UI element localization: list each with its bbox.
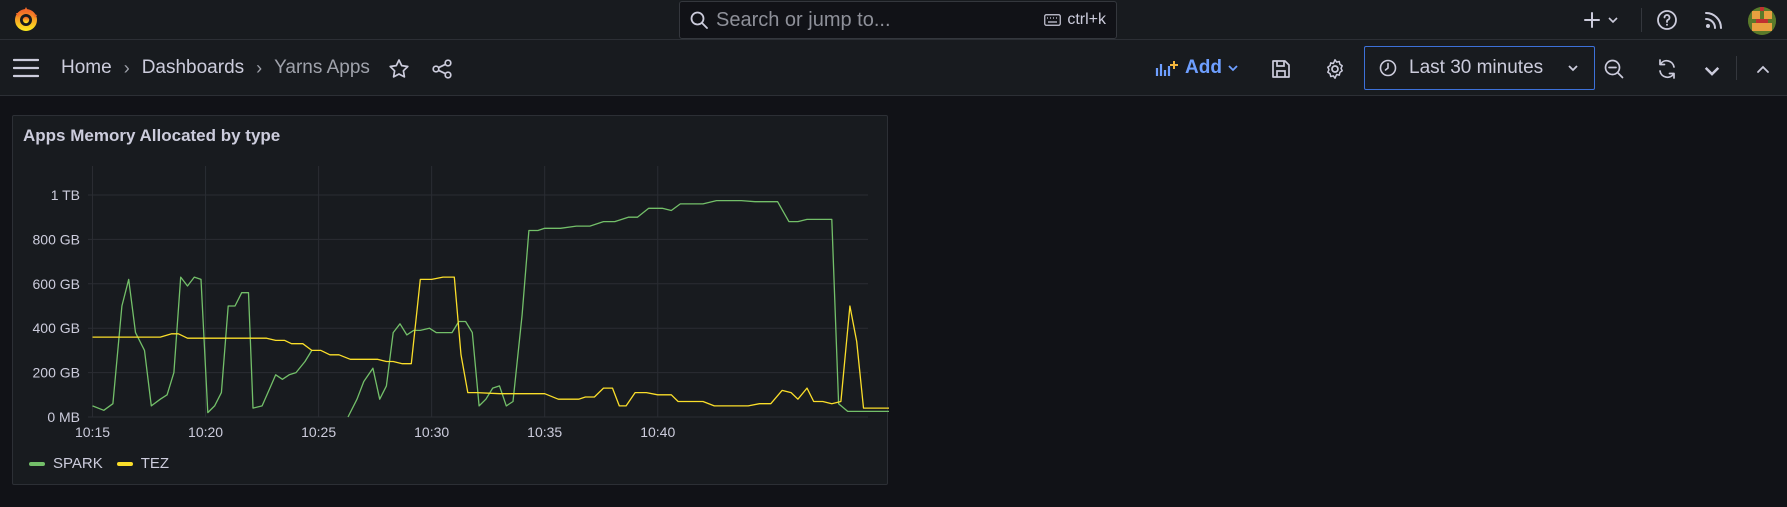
breadcrumb: Home › Dashboards › Yarns Apps — [61, 40, 370, 96]
chevron-down-icon — [1608, 17, 1618, 24]
chart-legend: SPARK TEZ — [29, 455, 183, 472]
y-tick-label: 400 GB — [33, 320, 80, 336]
legend-swatch-spark — [29, 461, 45, 466]
star-icon[interactable] — [388, 58, 410, 80]
share-icon[interactable] — [431, 58, 453, 80]
y-tick-label: 1 TB — [51, 187, 80, 203]
add-panel-icon — [1155, 61, 1178, 76]
x-tick-label: 10:20 — [188, 424, 223, 440]
shortcut-label: ctrl+k — [1067, 11, 1106, 28]
add-panel-button[interactable]: Add — [1155, 40, 1240, 96]
y-tick-label: 600 GB — [33, 276, 80, 292]
y-tick-label: 200 GB — [33, 365, 80, 381]
search-placeholder: Search or jump to... — [716, 8, 891, 31]
legend-label: TEZ — [140, 455, 170, 472]
add-label: Add — [1185, 57, 1222, 78]
breadcrumb-current: Yarns Apps — [274, 57, 370, 78]
legend-label: SPARK — [53, 455, 103, 472]
series-line-tez — [92, 276, 889, 409]
user-avatar[interactable] — [1748, 7, 1776, 35]
breadcrumb-dashboards[interactable]: Dashboards — [142, 57, 244, 79]
y-tick-label: 800 GB — [33, 231, 80, 247]
legend-swatch-tez — [116, 461, 133, 466]
time-series-chart[interactable]: 0 MB 200 GB 400 GB 600 GB 800 GB 1 TB 10:15 10:… — [13, 116, 889, 451]
refresh-interval-chevron-icon[interactable] — [1701, 60, 1723, 82]
zoom-out-icon[interactable] — [1603, 58, 1625, 80]
chart-panel[interactable]: Apps Memory Allocated by type 0 MB 200 GB… — [12, 115, 889, 485]
grafana-logo-icon[interactable] — [12, 6, 40, 34]
x-tick-label: 10:35 — [527, 424, 562, 440]
divider — [1736, 56, 1737, 80]
plus-icon — [1584, 12, 1600, 28]
x-tick-label: 10:25 — [301, 424, 336, 440]
news-button[interactable] — [1704, 0, 1724, 40]
save-icon[interactable] — [1270, 58, 1292, 80]
rss-icon — [1705, 12, 1722, 29]
search-icon — [690, 11, 708, 29]
breadcrumb-separator-icon: › — [123, 57, 130, 78]
time-range-picker[interactable]: Last 30 minutes — [1364, 46, 1595, 90]
breadcrumb-home[interactable]: Home — [61, 57, 112, 79]
legend-item-tez[interactable]: TEZ — [116, 455, 170, 472]
search-shortcut: ctrl+k — [1044, 11, 1106, 29]
series-line-spark — [92, 199, 889, 418]
clock-icon — [1379, 59, 1397, 77]
divider — [1641, 8, 1642, 32]
legend-item-spark[interactable]: SPARK — [29, 455, 103, 472]
keyboard-icon — [1044, 14, 1062, 26]
dashboard-nav-bar: Home › Dashboards › Yarns Apps Add Last … — [0, 40, 1787, 96]
chevron-down-icon — [1228, 65, 1238, 72]
help-button[interactable] — [1656, 0, 1678, 40]
search-box[interactable]: Search or jump to... ctrl+k — [679, 1, 1117, 39]
avatar-image — [1748, 7, 1776, 35]
top-bar: Search or jump to... ctrl+k — [0, 0, 1787, 40]
refresh-icon[interactable] — [1656, 58, 1678, 80]
help-icon — [1657, 10, 1677, 30]
x-tick-label: 10:40 — [640, 424, 675, 440]
new-menu-button[interactable] — [1582, 0, 1620, 40]
breadcrumb-separator-icon: › — [256, 57, 263, 78]
y-tick-label: 0 MB — [47, 409, 80, 425]
x-tick-label: 10:30 — [414, 424, 449, 440]
menu-icon[interactable] — [13, 58, 39, 78]
chevron-down-icon — [1568, 65, 1578, 72]
time-range-label: Last 30 minutes — [1409, 57, 1544, 78]
collapse-icon[interactable] — [1752, 58, 1774, 80]
settings-icon[interactable] — [1324, 58, 1346, 80]
x-tick-label: 10:15 — [75, 424, 110, 440]
